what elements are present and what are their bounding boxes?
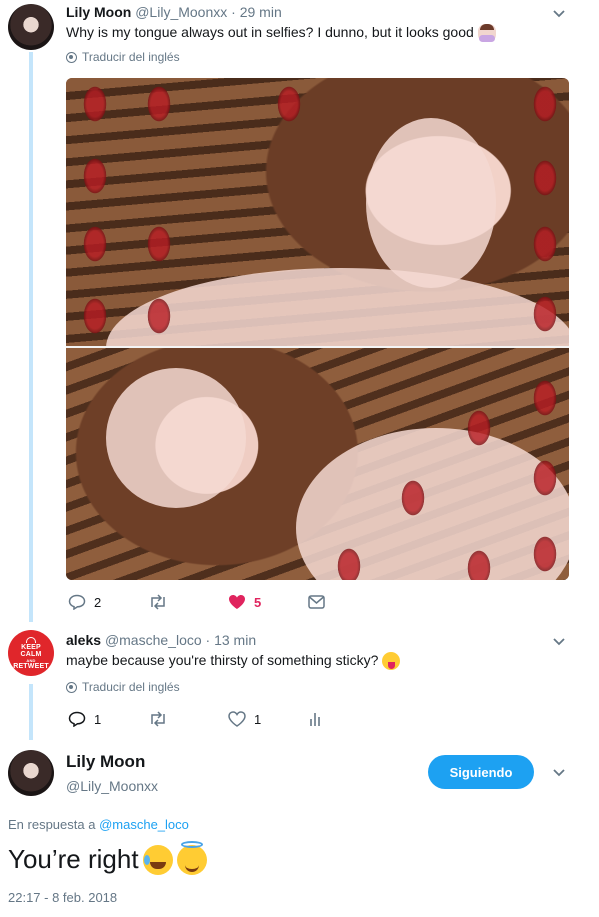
author-name[interactable]: aleks xyxy=(66,632,101,648)
globe-icon xyxy=(66,51,77,63)
retweet-icon xyxy=(151,711,165,727)
translate-link[interactable]: Traducir del inglés xyxy=(66,50,180,64)
tweet-timestamp[interactable]: 22:17 - 8 feb. 2018 xyxy=(8,890,117,905)
lips-sticker xyxy=(146,224,172,264)
main-tweet-text: You’re right xyxy=(8,840,207,875)
reply-action[interactable]: 1 xyxy=(68,711,101,727)
retweet-icon xyxy=(151,594,165,610)
following-button[interactable]: Siguiendo xyxy=(428,755,534,789)
lips-sticker xyxy=(532,534,558,574)
lips-sticker xyxy=(400,478,426,518)
photo-bottom-selfie xyxy=(66,348,569,580)
lips-sticker xyxy=(532,294,558,334)
lips-sticker xyxy=(532,84,558,124)
chevron-down-icon[interactable] xyxy=(551,6,567,22)
crown-icon xyxy=(26,636,36,643)
tears-of-joy-emoji xyxy=(142,844,173,875)
heart-icon xyxy=(228,711,246,727)
reply-icon xyxy=(68,594,86,610)
tongue-out-emoji xyxy=(382,652,401,671)
translate-link[interactable]: Traducir del inglés xyxy=(66,680,180,694)
translate-label: Traducir del inglés xyxy=(82,50,180,64)
lips-sticker xyxy=(82,296,108,336)
lips-sticker xyxy=(532,378,558,418)
tweet-text-content: Why is my tongue always out in selfies? … xyxy=(66,24,474,40)
reply-context: En respuesta a @masche_loco xyxy=(8,817,189,832)
bar-chart-icon xyxy=(310,713,320,726)
reply-action[interactable]: 2 xyxy=(68,594,101,610)
author-name[interactable]: Lily Moon xyxy=(66,752,145,772)
avatar-text: RETWEET xyxy=(13,662,49,670)
envelope-icon xyxy=(308,595,325,609)
retweet-action[interactable] xyxy=(148,711,176,727)
tweet-header: Lily Moon @Lily_Moonxx · 29 min xyxy=(66,4,282,20)
avatar[interactable]: KEEP CALM AND RETWEET xyxy=(8,630,54,676)
lips-sticker xyxy=(82,224,108,264)
reply-prefix: En respuesta a xyxy=(8,817,96,832)
chevron-down-icon[interactable] xyxy=(551,634,567,650)
lips-sticker xyxy=(466,408,492,448)
lips-sticker xyxy=(82,156,108,196)
smiling-halo-emoji xyxy=(176,840,207,875)
main-tweet-text-content: You’re right xyxy=(8,844,139,874)
like-count: 5 xyxy=(254,594,262,610)
photo-top-selfie xyxy=(66,78,569,428)
photo-face xyxy=(106,368,246,508)
like-count: 1 xyxy=(254,711,262,727)
avatar-text: CALM xyxy=(20,650,42,658)
lips-sticker xyxy=(146,84,172,124)
tweet-text: maybe because you're thirsty of somethin… xyxy=(66,652,401,671)
lips-sticker xyxy=(146,296,172,336)
globe-icon xyxy=(66,681,77,693)
author-name[interactable]: Lily Moon xyxy=(66,4,131,20)
reply-handle-link[interactable]: @masche_loco xyxy=(99,817,189,832)
author-handle[interactable]: @masche_loco xyxy=(105,632,202,648)
author-handle[interactable]: @Lily_Moonxx xyxy=(135,4,227,20)
lips-sticker xyxy=(276,84,302,124)
tweet-time[interactable]: 29 min xyxy=(240,4,282,20)
avatar-text: KEEP xyxy=(21,643,41,651)
tweet-photo[interactable] xyxy=(66,78,569,580)
direct-message-action[interactable] xyxy=(308,595,325,609)
separator: · xyxy=(231,4,236,20)
analytics-action[interactable] xyxy=(308,711,322,727)
tweet-aleks-reply[interactable]: KEEP CALM AND RETWEET aleks @masche_loco… xyxy=(0,622,599,740)
lips-sticker xyxy=(466,548,492,580)
tweet-text: Why is my tongue always out in selfies? … xyxy=(66,24,496,43)
heart-icon xyxy=(229,595,245,609)
chevron-down-icon[interactable] xyxy=(551,765,567,781)
lips-sticker xyxy=(532,158,558,198)
lips-sticker xyxy=(532,458,558,498)
woman-shrugging-emoji xyxy=(477,24,496,43)
lips-sticker xyxy=(336,546,362,580)
photo-face xyxy=(366,118,496,288)
reply-count: 2 xyxy=(94,594,102,610)
author-handle[interactable]: @Lily_Moonxx xyxy=(66,778,158,794)
reply-icon xyxy=(68,711,86,727)
separator: · xyxy=(205,632,211,648)
like-action[interactable]: 1 xyxy=(228,711,261,727)
tweet-text-content: maybe because you're thirsty of somethin… xyxy=(66,652,379,668)
retweet-action[interactable] xyxy=(148,594,176,610)
lips-sticker xyxy=(82,84,108,124)
tweet-time[interactable]: 13 min xyxy=(214,632,256,648)
lips-sticker xyxy=(532,224,558,264)
tweet-lily-selfie[interactable]: Lily Moon @Lily_Moonxx · 29 min Why is m… xyxy=(0,0,599,622)
avatar[interactable] xyxy=(8,4,54,50)
translate-label: Traducir del inglés xyxy=(82,680,180,694)
like-action[interactable]: 5 xyxy=(228,594,261,610)
reply-count: 1 xyxy=(94,711,102,727)
tweet-header: aleks @masche_loco · 13 min xyxy=(66,632,256,648)
avatar[interactable] xyxy=(8,750,54,796)
